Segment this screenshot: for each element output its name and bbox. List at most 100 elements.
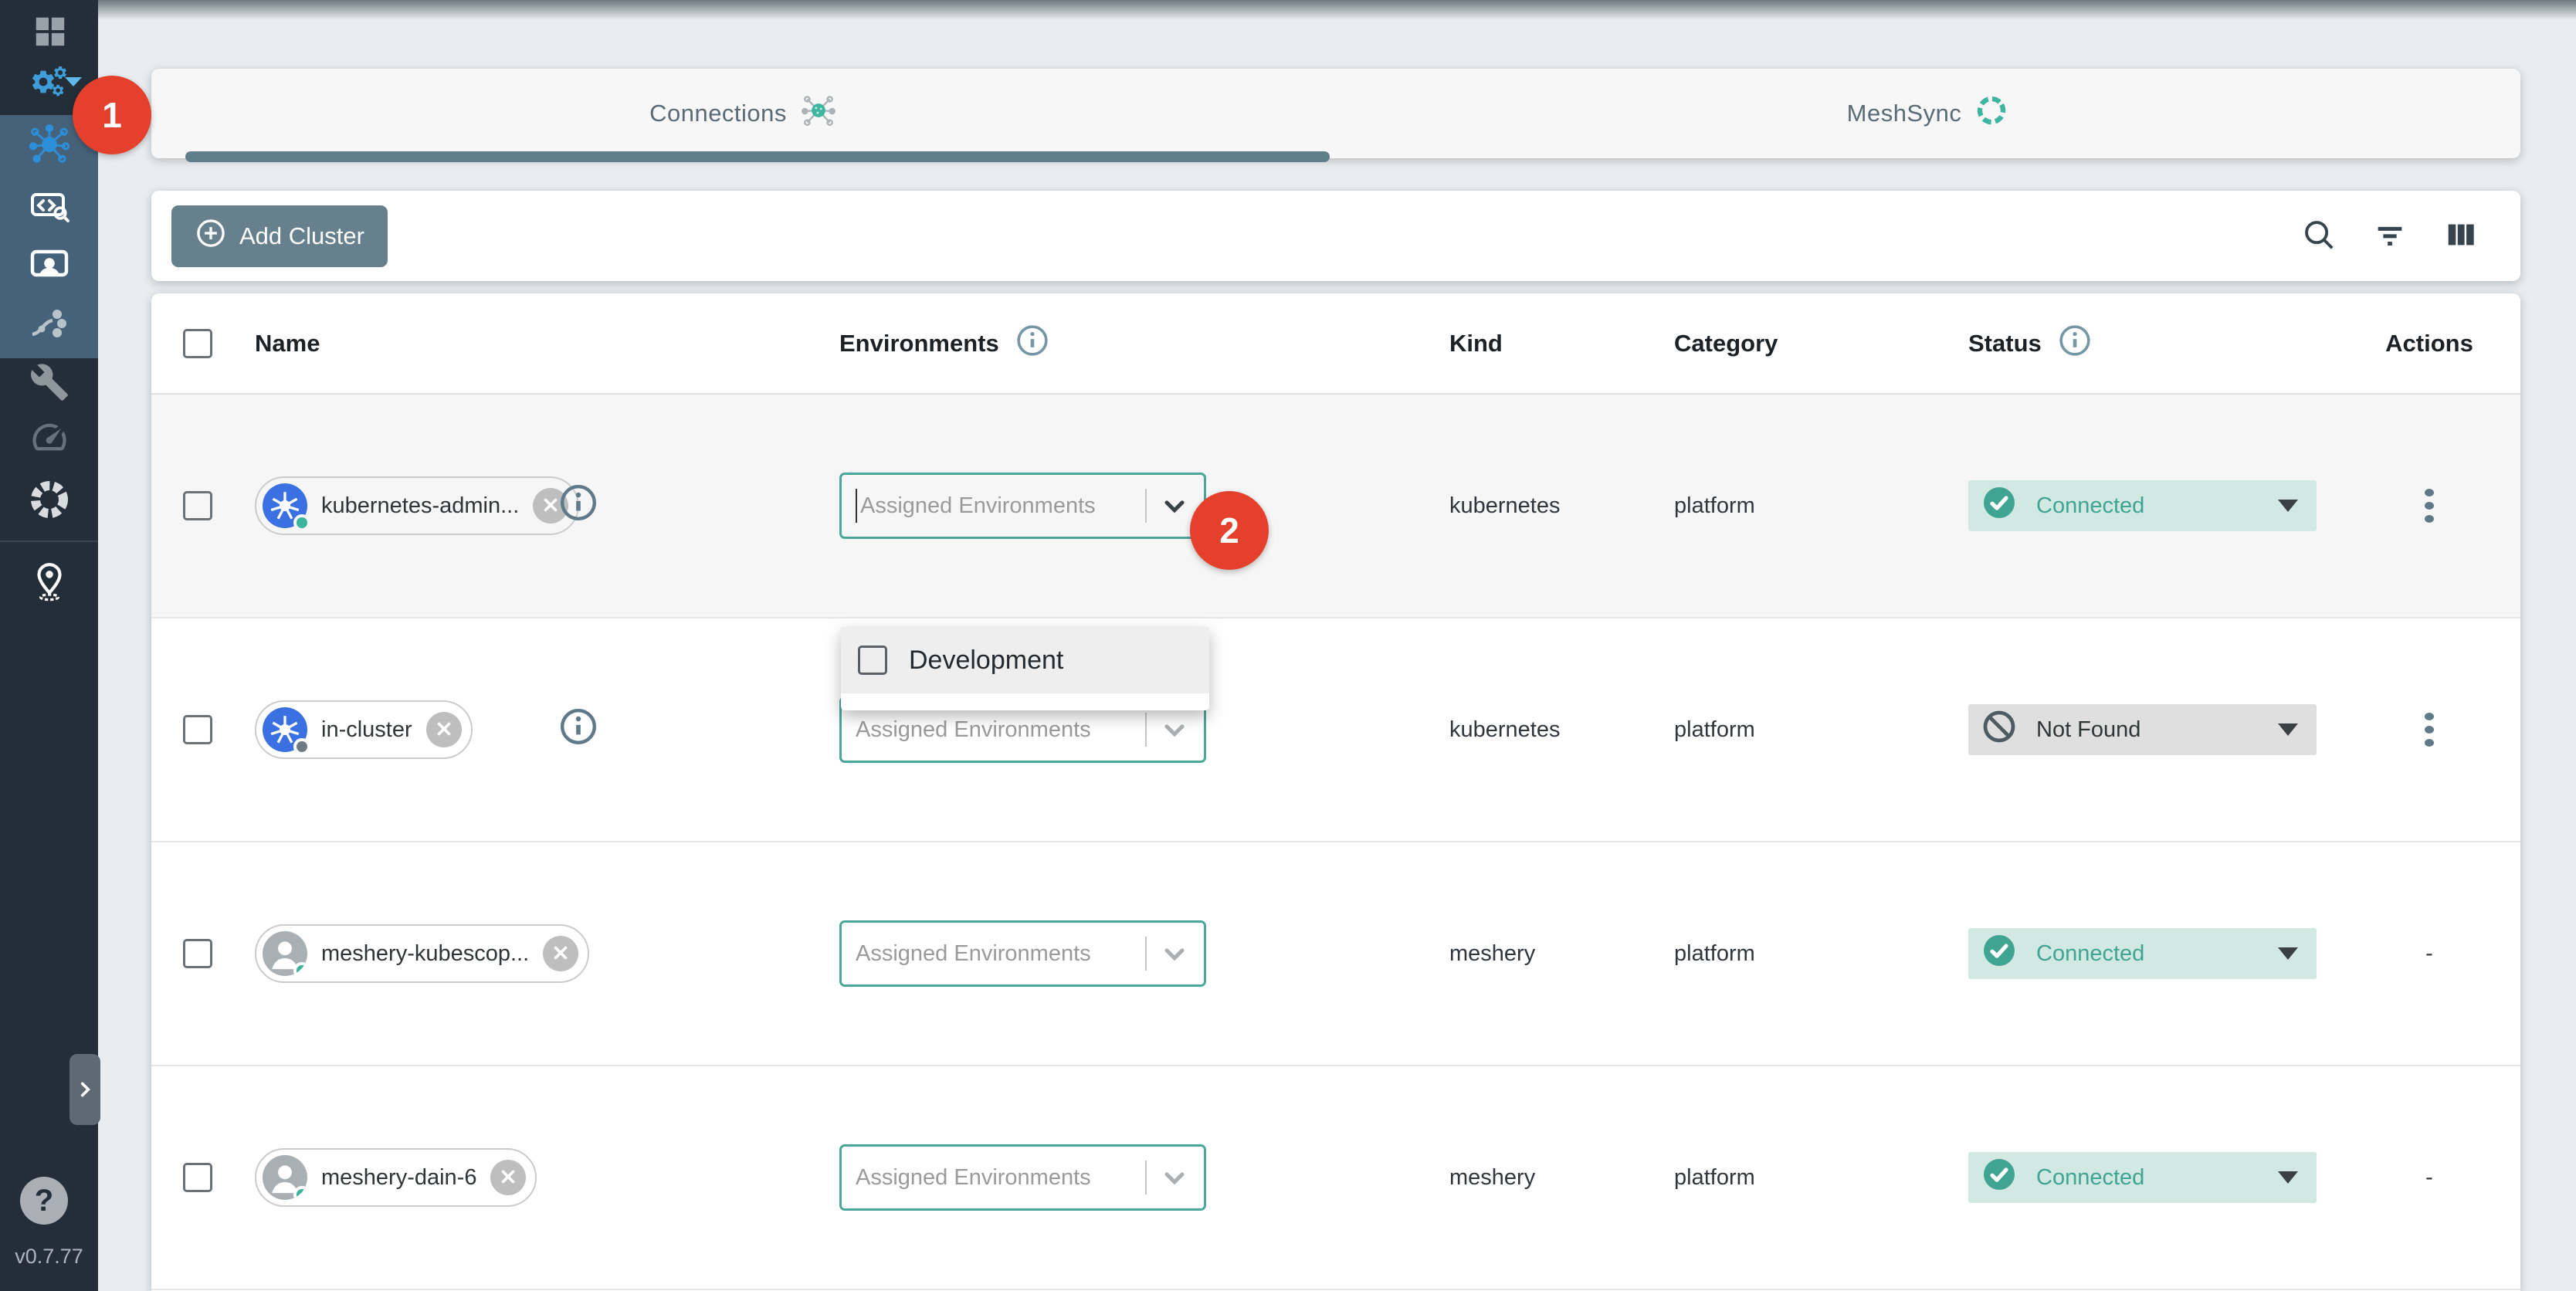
row-checkbox[interactable] (183, 715, 212, 744)
kubernetes-logo-icon (263, 483, 307, 528)
chevron-down-icon[interactable] (1159, 1162, 1190, 1193)
sidebar-expand-button[interactable] (69, 1054, 100, 1125)
tour-step-badge-1: 1 (73, 76, 151, 154)
sidebar-item-meshery[interactable] (28, 478, 71, 521)
table-header: Name Environments Kind Category Status A… (151, 293, 2520, 395)
connection-name-chip[interactable]: in-cluster (255, 700, 473, 759)
chevron-down-icon[interactable] (1159, 938, 1190, 969)
close-icon (498, 1167, 518, 1189)
connection-status-dot (293, 514, 310, 531)
sidebar-item-toolkit[interactable] (28, 361, 71, 404)
row-actions-menu-button[interactable] (2420, 708, 2439, 751)
sidebar-item-performance[interactable] (28, 415, 71, 459)
chevron-down-icon[interactable] (65, 77, 82, 86)
category-value: platform (1674, 717, 1755, 743)
check-circle-icon (1981, 1156, 2018, 1199)
add-cluster-button[interactable]: Add Cluster (171, 205, 388, 267)
info-icon[interactable] (2057, 323, 2093, 364)
chevron-down-icon[interactable] (1159, 490, 1190, 521)
column-actions: Actions (2385, 330, 2473, 357)
column-environments[interactable]: Environments (839, 330, 999, 357)
row-checkbox[interactable] (183, 939, 212, 968)
remove-connection-button[interactable] (490, 1160, 526, 1195)
sidebar-item-practitioner[interactable] (28, 244, 71, 287)
filter-button[interactable] (2372, 217, 2408, 255)
connection-name-chip[interactable]: meshery-kubescop... (255, 924, 589, 983)
badge-number: 2 (1219, 510, 1239, 551)
kind-value: kubernetes (1449, 493, 1561, 519)
connection-name: kubernetes-admin... (321, 493, 519, 519)
column-name[interactable]: Name (255, 330, 320, 357)
connections-table: Name Environments Kind Category Status A… (151, 293, 2520, 1291)
search-button[interactable] (2301, 217, 2337, 255)
info-icon[interactable] (1015, 323, 1050, 364)
kind-value: meshery (1449, 1165, 1535, 1191)
tab-meshsync[interactable]: MeshSync (1336, 69, 2520, 158)
sidebar-divider (0, 540, 98, 542)
sidebar: ? v0.7.77 (0, 0, 98, 1291)
connection-status-dot (293, 1186, 307, 1200)
select-all-checkbox[interactable] (183, 329, 212, 358)
columns-view-button[interactable] (2443, 217, 2479, 255)
sidebar-item-dashboard[interactable] (28, 9, 71, 53)
columns-icon (2443, 217, 2479, 255)
meshery-avatar-icon (263, 931, 307, 976)
caret-down-icon (2278, 500, 2298, 512)
tab-connections[interactable]: Connections (151, 69, 1336, 158)
select-divider (1145, 489, 1147, 523)
status-label: Not Found (2036, 717, 2259, 743)
environments-select[interactable]: Development (839, 473, 1206, 539)
connection-status-dot (293, 962, 307, 976)
connection-info-icon[interactable] (558, 706, 598, 753)
environments-placeholder: Assigned Environments (856, 941, 1139, 967)
status-dropdown[interactable]: Connected (1968, 480, 2317, 531)
text-cursor (856, 489, 857, 523)
add-cluster-label: Add Cluster (239, 222, 364, 250)
check-circle-icon (1981, 484, 2018, 527)
practitioner-screen-icon (29, 246, 69, 286)
row-checkbox[interactable] (183, 1163, 212, 1192)
environment-option-checkbox[interactable] (858, 646, 887, 675)
environments-select[interactable]: Assigned Environments (839, 920, 1206, 987)
column-category[interactable]: Category (1674, 330, 1778, 357)
status-dropdown[interactable]: Connected (1968, 928, 2317, 979)
connection-name: meshery-kubescop... (321, 941, 529, 967)
select-divider (1145, 713, 1147, 747)
badge-number: 1 (102, 94, 122, 136)
remove-connection-button[interactable] (426, 712, 462, 747)
actions-empty: - (2425, 941, 2433, 967)
column-status[interactable]: Status (1968, 330, 2042, 357)
row-actions-menu-button[interactable] (2420, 484, 2439, 527)
remove-connection-button[interactable] (543, 936, 578, 971)
status-dropdown[interactable]: Connected (1968, 1152, 2317, 1203)
environment-option-development[interactable]: Development (841, 627, 1209, 693)
connection-status-dot (293, 738, 310, 755)
sidebar-item-kanvas[interactable] (28, 123, 71, 166)
sidebar-item-configuration[interactable] (28, 185, 71, 229)
not-found-icon (1981, 708, 2018, 751)
category-value: platform (1674, 1165, 1755, 1191)
plus-circle-icon (195, 217, 227, 256)
table-row: meshery-kubescop... Assigned Environment… (151, 842, 2520, 1066)
environments-select[interactable]: Assigned Environments (839, 1144, 1206, 1211)
search-icon (2301, 217, 2337, 255)
connection-name-chip[interactable]: kubernetes-admin... (255, 476, 579, 535)
table-row: meshery-dain-6 Assigned Environments mes… (151, 1066, 2520, 1290)
row-checkbox[interactable] (183, 491, 212, 520)
help-label: ? (35, 1184, 53, 1218)
environments-placeholder: Assigned Environments (856, 1165, 1139, 1191)
tabs-bar: Connections MeshSync (151, 69, 2520, 158)
chevron-down-icon[interactable] (1159, 714, 1190, 745)
status-dropdown[interactable]: Not Found (1968, 704, 2317, 755)
connection-info-icon[interactable] (558, 483, 598, 529)
active-tab-indicator (185, 151, 1330, 162)
kind-value: kubernetes (1449, 717, 1561, 743)
sidebar-item-pipeline[interactable] (28, 302, 71, 345)
help-icon[interactable]: ? (20, 1177, 68, 1225)
status-label: Connected (2036, 1165, 2259, 1191)
environments-input[interactable] (859, 493, 1139, 520)
connection-name-chip[interactable]: meshery-dain-6 (255, 1148, 537, 1207)
column-kind[interactable]: Kind (1449, 330, 1503, 357)
sidebar-item-environments[interactable] (28, 560, 71, 603)
filter-icon (2372, 217, 2408, 255)
